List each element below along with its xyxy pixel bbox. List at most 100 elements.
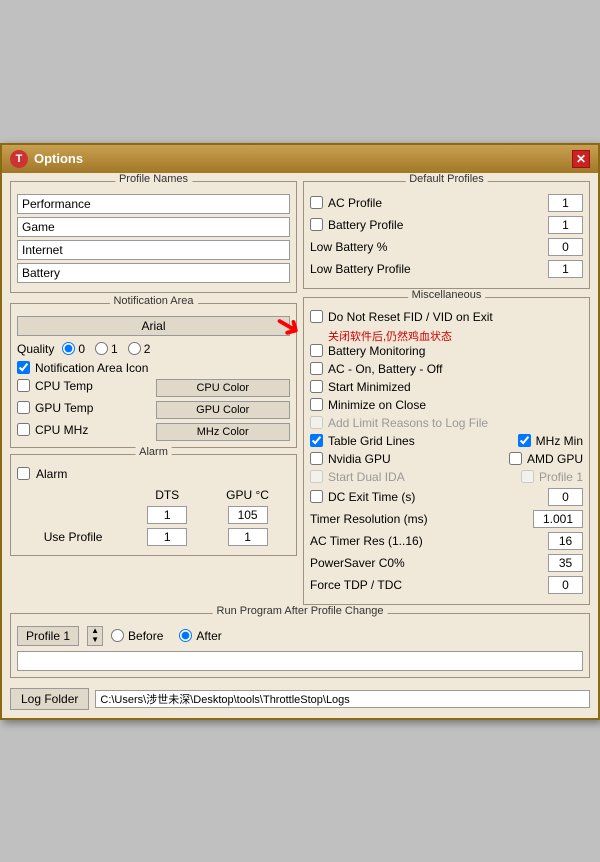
battery-profile-row: Battery Profile: [310, 216, 583, 234]
mhz-min-label: MHz Min: [536, 434, 583, 448]
profile-input-2[interactable]: [17, 240, 290, 260]
minimize-on-close-checkbox[interactable]: [310, 398, 323, 411]
run-program-title: Run Program After Profile Change: [213, 605, 388, 617]
add-limit-row: Add Limit Reasons to Log File: [310, 416, 583, 430]
quality-radio-1[interactable]: 1: [95, 342, 118, 356]
notification-area-title: Notification Area: [109, 295, 197, 307]
dc-exit-row: DC Exit Time (s): [310, 488, 583, 506]
do-not-reset-checkbox[interactable]: [310, 310, 323, 323]
font-button[interactable]: Arial: [17, 316, 290, 336]
cpu-color-button[interactable]: CPU Color: [156, 379, 291, 397]
power-saver-value[interactable]: [548, 554, 583, 572]
start-dual-checkbox[interactable]: [310, 470, 323, 483]
notification-icon-checkbox[interactable]: [17, 361, 30, 374]
title-bar: T Options ✕: [2, 145, 598, 173]
run-program-input[interactable]: [17, 651, 583, 671]
profile-spinner[interactable]: ▲ ▼: [87, 626, 103, 646]
quality-radio-2[interactable]: 2: [128, 342, 151, 356]
mhz-min-checkbox[interactable]: [518, 434, 531, 447]
ac-profile-row: AC Profile: [310, 194, 583, 212]
table-grid-label: Table Grid Lines: [328, 434, 415, 448]
after-radio-label[interactable]: After: [179, 629, 221, 643]
run-profile-button[interactable]: Profile 1: [17, 626, 79, 646]
add-limit-checkbox[interactable]: [310, 416, 323, 429]
dc-exit-value[interactable]: [548, 488, 583, 506]
quality-row: Quality 0 1 2: [17, 342, 290, 356]
cpu-temp-checkbox[interactable]: [17, 379, 30, 392]
gpu-temp-checkbox[interactable]: [17, 401, 30, 414]
table-grid-row: Table Grid Lines MHz Min: [310, 434, 583, 448]
ac-timer-value[interactable]: [548, 532, 583, 550]
alarm-use-profile-dts[interactable]: [147, 528, 187, 546]
run-program-content: Profile 1 ▲ ▼ Before After: [17, 626, 583, 671]
force-tdp-label: Force TDP / TDC: [310, 578, 402, 592]
before-radio[interactable]: [111, 629, 124, 642]
notification-area-content: Arial Quality 0 1 2: [17, 316, 290, 441]
low-battery-profile-label: Low Battery Profile: [310, 262, 411, 276]
gpu-temp-label: GPU Temp: [35, 401, 93, 415]
profile1-checkbox[interactable]: [521, 470, 534, 483]
alarm-checkbox-row: Alarm: [17, 467, 290, 481]
profile-names-section: Profile Names: [10, 181, 297, 293]
alarm-checkbox[interactable]: [17, 467, 30, 480]
amd-gpu-label: AMD GPU: [527, 452, 583, 466]
profile-input-3[interactable]: [17, 263, 290, 283]
cpu-temp-row: CPU Temp: [17, 379, 152, 393]
nvidia-gpu-row: Nvidia GPU AMD GPU: [310, 452, 583, 466]
start-dual-row: Start Dual IDA Profile 1: [310, 470, 583, 484]
ac-timer-label: AC Timer Res (1..16): [310, 534, 423, 548]
use-profile-label: Use Profile: [19, 527, 127, 547]
battery-profile-checkbox[interactable]: [310, 218, 323, 231]
alarm-label: Alarm: [36, 467, 67, 481]
timer-res-value[interactable]: [533, 510, 583, 528]
mhz-color-button[interactable]: MHz Color: [156, 423, 291, 441]
start-minimized-checkbox[interactable]: [310, 380, 323, 393]
alarm-dts-input[interactable]: [147, 506, 187, 524]
main-content: Profile Names Notification Area Arial Qu…: [2, 173, 598, 613]
nvidia-gpu-checkbox[interactable]: [310, 452, 323, 465]
dc-exit-label: DC Exit Time (s): [328, 490, 415, 504]
amd-gpu-checkbox[interactable]: [509, 452, 522, 465]
after-radio[interactable]: [179, 629, 192, 642]
low-battery-profile-value[interactable]: [548, 260, 583, 278]
ac-profile-checkbox[interactable]: [310, 196, 323, 209]
close-button[interactable]: ✕: [572, 150, 590, 168]
miscellaneous-title: Miscellaneous: [408, 289, 486, 301]
amd-gpu-group: AMD GPU: [509, 452, 583, 466]
log-path-input[interactable]: [95, 690, 590, 708]
low-battery-value[interactable]: [548, 238, 583, 256]
force-tdp-value[interactable]: [548, 576, 583, 594]
dc-exit-checkbox[interactable]: [310, 490, 323, 503]
gpu-header: GPU °C: [207, 487, 288, 503]
gpu-color-button[interactable]: GPU Color: [156, 401, 291, 419]
power-saver-row: PowerSaver C0%: [310, 554, 583, 572]
cpu-mhz-checkbox[interactable]: [17, 423, 30, 436]
quality-radio-0[interactable]: 0: [62, 342, 85, 356]
profile-names-title: Profile Names: [115, 173, 192, 185]
log-folder-button[interactable]: Log Folder: [10, 688, 89, 710]
gpu-temp-row: GPU Temp: [17, 401, 152, 415]
force-tdp-row: Force TDP / TDC: [310, 576, 583, 594]
quality-label: Quality: [17, 342, 54, 356]
before-after-row: Before After: [111, 629, 222, 643]
minimize-on-close-label: Minimize on Close: [328, 398, 426, 412]
battery-profile-value[interactable]: [548, 216, 583, 234]
low-battery-row: Low Battery %: [310, 238, 583, 256]
ac-profile-left: AC Profile: [310, 196, 382, 210]
profile-input-1[interactable]: [17, 217, 290, 237]
timer-res-row: Timer Resolution (ms): [310, 510, 583, 528]
profile-input-0[interactable]: [17, 194, 290, 214]
chinese-note: 关闭软件后,仍然鸡血状态: [328, 328, 583, 344]
spinner-down-button[interactable]: ▼: [88, 636, 102, 645]
title-bar-left: T Options: [10, 150, 83, 168]
notification-icon-row: Notification Area Icon: [17, 361, 290, 375]
alarm-title: Alarm: [135, 446, 172, 458]
alarm-table: DTS GPU °C Use Profile: [17, 485, 290, 549]
before-radio-label[interactable]: Before: [111, 629, 163, 643]
ac-profile-value[interactable]: [548, 194, 583, 212]
battery-monitoring-checkbox[interactable]: [310, 344, 323, 357]
alarm-use-profile-gpu[interactable]: [228, 528, 268, 546]
ac-on-battery-off-checkbox[interactable]: [310, 362, 323, 375]
alarm-gpu-input[interactable]: [228, 506, 268, 524]
table-grid-checkbox[interactable]: [310, 434, 323, 447]
